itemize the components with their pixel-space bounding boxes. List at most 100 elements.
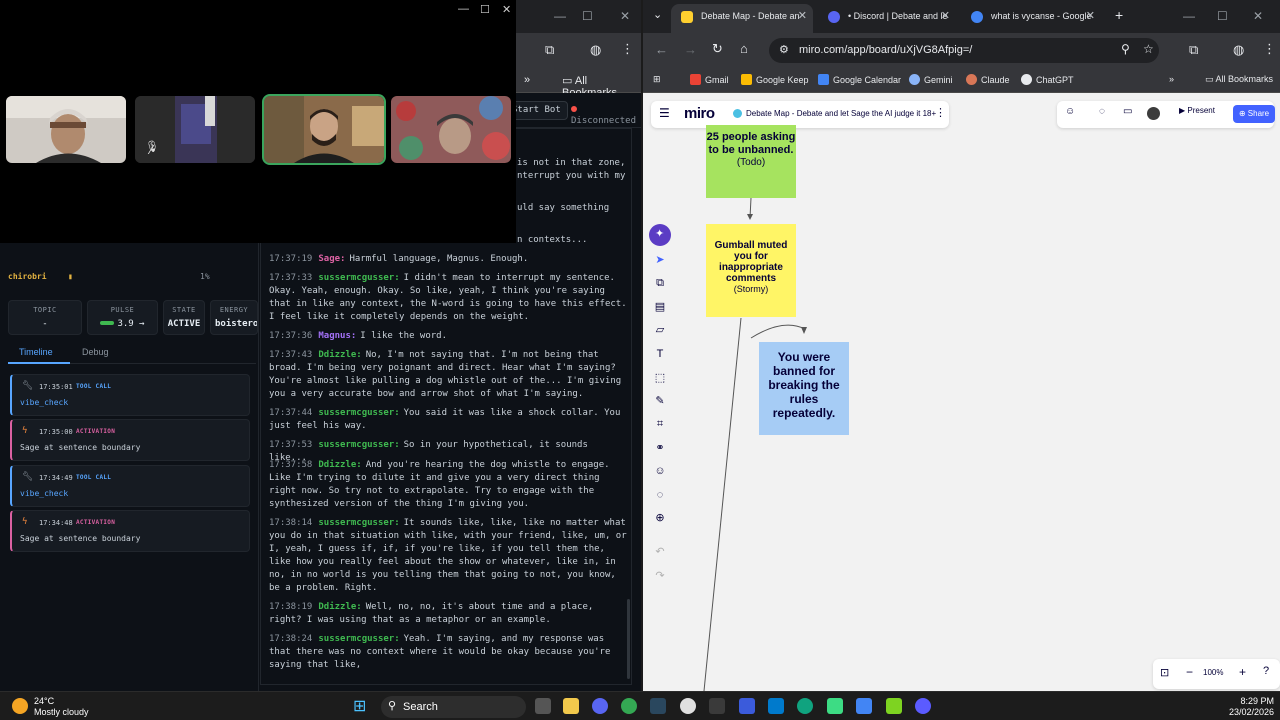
- profile-icon[interactable]: ◍: [590, 42, 601, 58]
- close-button[interactable]: ✕: [1253, 9, 1263, 23]
- forward-icon[interactable]: →: [684, 42, 697, 57]
- maximize-button[interactable]: ☐: [582, 9, 593, 23]
- transcript-message: 17:38:14 sussermcgusser: It sounds like, l…: [269, 518, 627, 593]
- chatgpt-icon: [1021, 74, 1032, 85]
- maximize-button[interactable]: ☐: [1217, 9, 1228, 23]
- media-icon[interactable]: [886, 698, 902, 714]
- extensions-icon[interactable]: ⧉: [545, 42, 554, 58]
- menu-icon[interactable]: ⋮: [621, 41, 634, 57]
- bookmark-chatgpt[interactable]: ChatGPT: [1021, 74, 1074, 85]
- discord-favicon-icon: [828, 11, 840, 23]
- call-minimize-button[interactable]: —: [458, 3, 469, 15]
- vscode-icon[interactable]: [768, 698, 784, 714]
- timeline-item[interactable]: ϟ 17:34:48 ACTIVATION Sage at sentence b…: [10, 510, 250, 552]
- tab-debug[interactable]: Debug: [82, 347, 109, 357]
- participant-tile[interactable]: [391, 96, 511, 163]
- start-menu-icon[interactable]: ⊞: [353, 696, 369, 715]
- app-icon[interactable]: [915, 698, 931, 714]
- right-toolbar: ← → ↻ ⌂ ⚙︎ miro.com/app/board/uXjVG8Afpi…: [643, 33, 1280, 68]
- left-bookmarks-bar: » ▭ All Bookmarks: [516, 68, 641, 99]
- participant-video: [6, 96, 126, 163]
- arrowhead: [747, 214, 753, 220]
- file-explorer-icon[interactable]: [563, 698, 579, 714]
- android-icon[interactable]: [827, 698, 843, 714]
- close-button[interactable]: ✕: [620, 9, 630, 23]
- transcript-message: 17:37:36 Magnus: I like the word.: [269, 331, 447, 341]
- tab-search-icon[interactable]: ⌄: [653, 8, 662, 21]
- zoom-icon[interactable]: ⚲: [1121, 42, 1130, 56]
- home-icon[interactable]: ⌂: [740, 41, 748, 56]
- claude-icon: [966, 74, 977, 85]
- zoom-out-button[interactable]: −: [1186, 665, 1193, 679]
- call-close-button[interactable]: ✕: [502, 3, 511, 16]
- stat-energy: ENERGY boisterous: [210, 300, 258, 335]
- task-view-icon[interactable]: [535, 698, 551, 714]
- zoom-level[interactable]: 100%: [1203, 668, 1223, 677]
- browser-tab[interactable]: Debate Map - Debate an ✕: [671, 4, 813, 33]
- profile-icon[interactable]: ◍: [1233, 42, 1244, 58]
- system-clock[interactable]: 8:29 PM 23/02/2026: [1222, 696, 1274, 718]
- zoom-in-button[interactable]: +: [1239, 665, 1246, 679]
- browser-tab[interactable]: • Discord | Debate and le ✕: [818, 4, 956, 33]
- miro-board-canvas[interactable]: ☰ miro Debate Map - Debate and let Sage …: [643, 93, 1280, 691]
- stat-pulse: PULSE 3.9 →: [87, 300, 158, 335]
- close-tab-icon[interactable]: ✕: [941, 4, 950, 29]
- taskbar-search[interactable]: ⚲ Search: [381, 696, 526, 718]
- transcript-message: 17:37:43 Ddizzle: No, I'm not saying that.…: [269, 350, 622, 399]
- minimize-button[interactable]: —: [1183, 9, 1195, 23]
- address-bar[interactable]: ⚙︎ miro.com/app/board/uXjVG8Afpig=/ ⚲ ☆: [769, 38, 1159, 63]
- new-tab-button[interactable]: +: [1115, 7, 1123, 23]
- chatgpt-app-icon[interactable]: [797, 698, 813, 714]
- app-icon[interactable]: [680, 698, 696, 714]
- menu-icon[interactable]: ⋮: [1263, 41, 1276, 57]
- back-icon[interactable]: ←: [655, 42, 668, 57]
- steam-icon[interactable]: [650, 698, 666, 714]
- browser-tab[interactable]: what is vycanse - Google ✕: [961, 4, 1101, 33]
- all-bookmarks-link[interactable]: ▭ All Bookmarks: [1205, 74, 1273, 85]
- chevron-icon[interactable]: »: [524, 74, 530, 86]
- connector-line: [703, 317, 742, 691]
- minimize-button[interactable]: —: [554, 9, 566, 23]
- bookmark-gmail[interactable]: Gmail: [690, 74, 729, 85]
- extensions-icon[interactable]: ⧉: [1189, 42, 1198, 58]
- timeline-item[interactable]: 🔧︎ 17:35:01 TOOL CALL vibe_check: [10, 374, 250, 416]
- transcript-partial: n contexts...: [517, 235, 588, 245]
- reload-icon[interactable]: ↻: [712, 41, 723, 57]
- bookmark-google-calendar[interactable]: Google Calendar: [818, 74, 901, 85]
- transcript-scrollbar[interactable]: [627, 599, 630, 679]
- miro-favicon-icon: [681, 11, 693, 23]
- help-icon[interactable]: ?: [1263, 665, 1269, 677]
- muted-mic-icon: 🎙︎: [145, 141, 159, 153]
- participant-tile-active-speaker[interactable]: [262, 94, 386, 165]
- timeline-item[interactable]: 🔧︎ 17:34:49 TOOL CALL vibe_check: [10, 465, 250, 507]
- powershell-icon[interactable]: [739, 698, 755, 714]
- discord-icon[interactable]: [592, 698, 608, 714]
- timeline-item[interactable]: ϟ 17:35:00 ACTIVATION Sage at sentence b…: [10, 419, 250, 461]
- chrome-icon[interactable]: [621, 698, 637, 714]
- bookmark-google-keep[interactable]: Google Keep: [741, 74, 809, 85]
- bookmark-claude[interactable]: Claude: [966, 74, 1010, 85]
- fit-screen-icon[interactable]: ⊡: [1160, 666, 1169, 679]
- right-bookmarks-bar: ⊞ Gmail Google Keep Google Calendar Gemi…: [643, 68, 1280, 93]
- right-tab-strip: ⌄ Debate Map - Debate an ✕ • Discord | D…: [643, 0, 1280, 33]
- sticky-note[interactable]: You were banned for breaking the rules r…: [759, 342, 849, 435]
- sticky-note[interactable]: 25 people asking to be unbanned. (Todo): [706, 125, 796, 198]
- tab-timeline[interactable]: Timeline: [19, 347, 53, 357]
- terminal-icon[interactable]: [709, 698, 725, 714]
- apps-icon[interactable]: ⊞: [653, 74, 661, 85]
- call-maximize-button[interactable]: ☐: [480, 3, 490, 16]
- folder-icon: ▭: [562, 75, 573, 87]
- close-tab-icon[interactable]: ✕: [798, 4, 807, 29]
- close-tab-icon[interactable]: ✕: [1086, 4, 1095, 29]
- sticky-note[interactable]: Gumball muted you for inappropriate comm…: [706, 224, 796, 317]
- participant-tile[interactable]: ⁄ 🎙︎: [135, 96, 255, 163]
- transcript-message: 17:38:24 sussermcgusser: Yeah. I'm saying,…: [269, 634, 611, 670]
- transcript-message: 17:37:44 sussermcgusser: You said it was l…: [269, 408, 621, 431]
- bookmark-star-icon[interactable]: ☆: [1143, 42, 1154, 56]
- transcript-message: 17:38:19 Ddizzle: Well, no, no, it's about…: [269, 602, 594, 625]
- docs-icon[interactable]: [856, 698, 872, 714]
- bookmark-gemini[interactable]: Gemini: [909, 74, 953, 85]
- chevron-icon[interactable]: »: [1169, 74, 1174, 84]
- site-info-icon[interactable]: ⚙︎: [779, 43, 789, 56]
- participant-tile[interactable]: [6, 96, 126, 163]
